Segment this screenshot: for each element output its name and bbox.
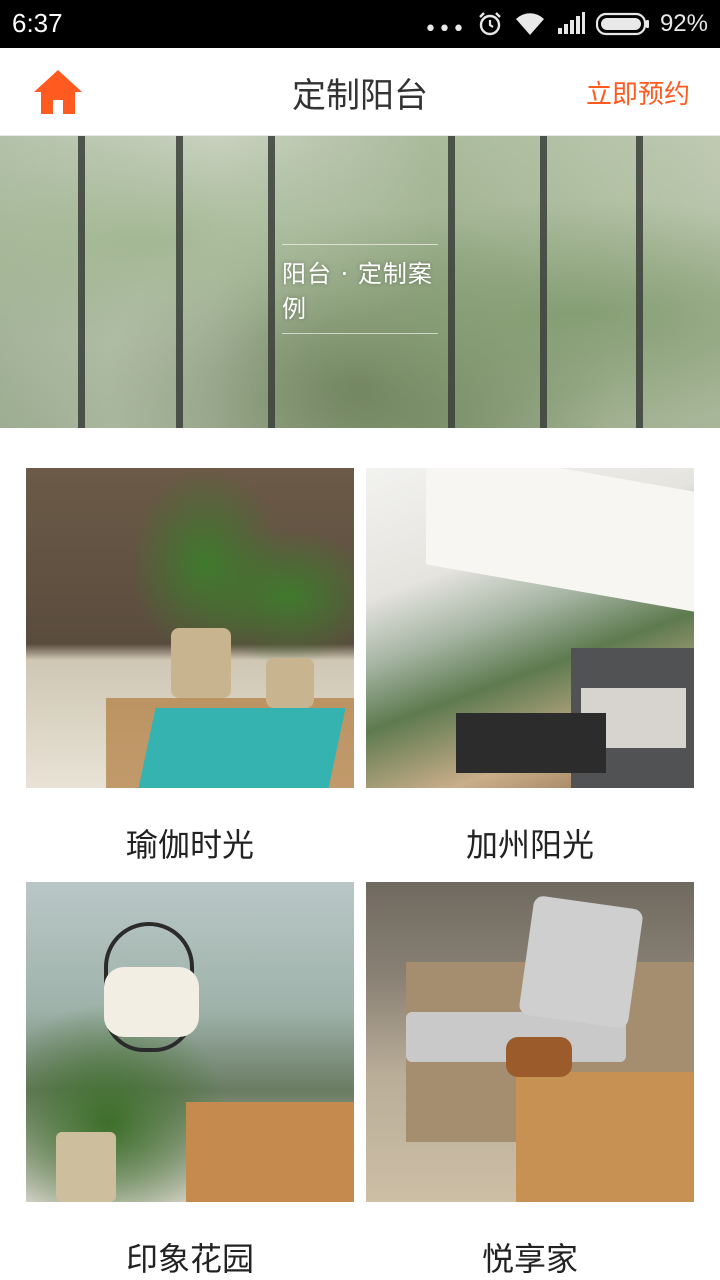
case-card-garden[interactable]: 印象花园: [26, 882, 354, 1280]
status-icons: ••• 92%: [424, 6, 708, 42]
battery-icon: [595, 12, 650, 36]
case-image[interactable]: [366, 882, 694, 1202]
wifi-icon: [514, 11, 546, 37]
case-label[interactable]: 瑜伽时光: [26, 820, 354, 866]
case-image[interactable]: [366, 468, 694, 788]
notification-dots: •••: [424, 17, 466, 42]
signal-icon: [556, 12, 586, 36]
case-card-joy-home[interactable]: 悦享家: [366, 882, 694, 1280]
case-card-california[interactable]: 加州阳光: [366, 468, 694, 866]
battery-percent: 92%: [659, 10, 708, 37]
alarm-icon: [476, 10, 504, 38]
case-card-yoga[interactable]: 瑜伽时光: [26, 468, 354, 866]
case-label[interactable]: 印象花园: [26, 1234, 354, 1280]
banner-caption: 阳台 · 定制案例: [282, 260, 433, 323]
book-now-button[interactable]: 立即预约: [586, 74, 690, 111]
home-button[interactable]: [30, 64, 86, 120]
home-icon: [34, 70, 82, 114]
banner-image: 阳台 · 定制案例: [0, 136, 720, 428]
case-label[interactable]: 悦享家: [366, 1234, 694, 1280]
status-bar: 6:37 ••• 92%: [0, 0, 720, 48]
status-time: 6:37: [12, 8, 63, 38]
navbar: 定制阳台 立即预约: [0, 48, 720, 136]
case-image[interactable]: [26, 468, 354, 788]
banner-caption-frame: 阳台 · 定制案例: [282, 244, 438, 334]
case-image[interactable]: [26, 882, 354, 1202]
case-label[interactable]: 加州阳光: [366, 820, 694, 866]
